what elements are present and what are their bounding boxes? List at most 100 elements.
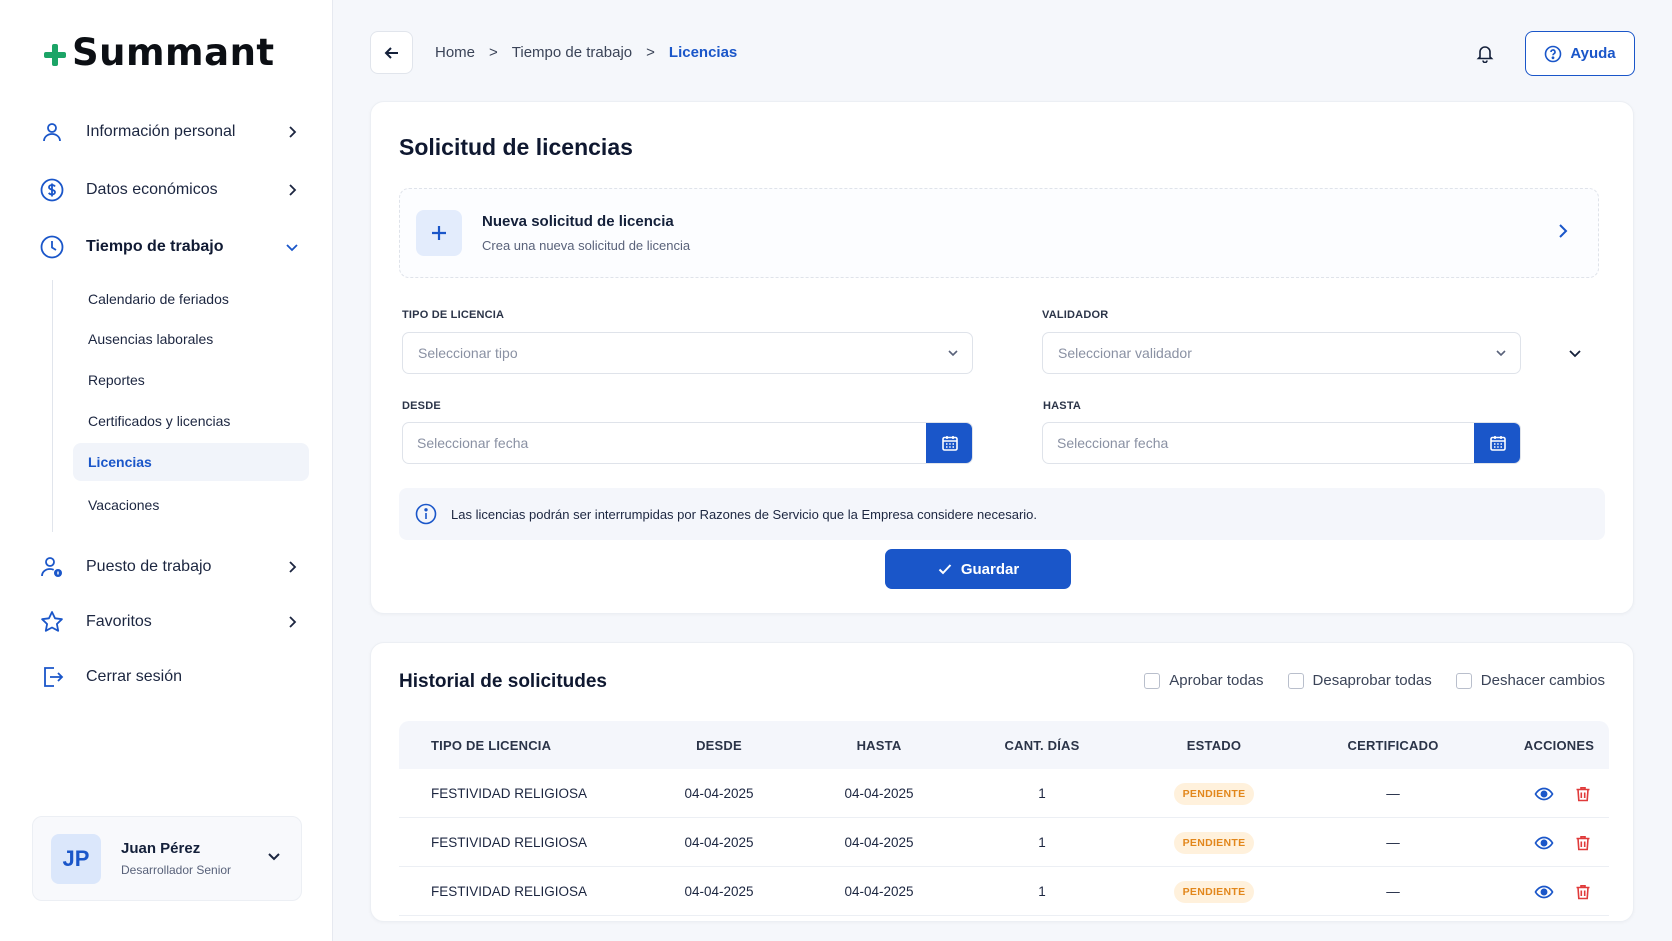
hasta-date-field[interactable] xyxy=(1042,422,1521,464)
hasta-input[interactable] xyxy=(1057,435,1520,451)
cell-dias: 1 xyxy=(1038,786,1046,801)
help-button-label: Ayuda xyxy=(1570,45,1616,62)
chevron-right-icon xyxy=(284,559,300,575)
user-name: Juan Pérez xyxy=(121,840,201,857)
breadcrumb-current: Licencias xyxy=(668,44,738,61)
sidebar-item-datos-economicos[interactable]: Datos económicos xyxy=(38,170,300,210)
cell-certificado: — xyxy=(1386,884,1400,899)
breadcrumb-separator: > xyxy=(489,44,498,61)
sidebar-item-label: Favoritos xyxy=(86,613,152,630)
checkbox-box[interactable] xyxy=(1287,672,1304,689)
chevron-right-icon xyxy=(1554,223,1570,244)
table-row: FESTIVIDAD RELIGIOSA 04-04-2025 04-04-20… xyxy=(399,769,1609,818)
sidebar-item-cerrar-sesion[interactable]: Cerrar sesión xyxy=(38,657,300,697)
help-button[interactable]: Ayuda xyxy=(1525,31,1635,76)
hasta-label: HASTA xyxy=(1043,400,1082,412)
user-role: Desarrollador Senior xyxy=(121,863,232,877)
hasta-calendar-button[interactable] xyxy=(1474,423,1520,463)
history-title: Historial de solicitudes xyxy=(399,671,607,692)
sidebar-item-favoritos[interactable]: Favoritos xyxy=(38,602,300,642)
save-button[interactable]: Guardar xyxy=(885,549,1071,589)
subnav-tiempo-de-trabajo: Calendario de feriados Ausencias laboral… xyxy=(52,280,309,532)
chevron-down-icon xyxy=(1494,346,1508,363)
logo[interactable]: Summant xyxy=(44,30,275,74)
cell-tipo: FESTIVIDAD RELIGIOSA xyxy=(431,835,588,850)
chevron-right-icon xyxy=(284,124,300,140)
sidebar-item-puesto-de-trabajo[interactable]: Puesto de trabajo xyxy=(38,547,300,587)
sidebar-item-label: Tiempo de trabajo xyxy=(86,238,224,255)
eye-icon[interactable] xyxy=(1534,833,1554,853)
status-badge: PENDIENTE xyxy=(1173,782,1255,805)
breadcrumb-tiempo-de-trabajo[interactable]: Tiempo de trabajo xyxy=(512,44,632,61)
logout-icon xyxy=(38,663,66,691)
disapprove-all-checkbox[interactable]: Desaprobar todas xyxy=(1287,672,1432,689)
subnav-item-reportes[interactable]: Reportes xyxy=(73,361,309,399)
user-card[interactable]: JP Juan Pérez Desarrollador Senior xyxy=(32,816,302,901)
desde-input[interactable] xyxy=(417,435,972,451)
cell-dias: 1 xyxy=(1038,884,1046,899)
sidebar-item-tiempo-de-trabajo[interactable]: Tiempo de trabajo xyxy=(38,227,300,267)
cell-dias: 1 xyxy=(1038,835,1046,850)
column-header-dias: CANT. DÍAS xyxy=(1004,737,1080,753)
subnav-item-calendario-de-feriados[interactable]: Calendario de feriados xyxy=(73,280,309,318)
user-icon xyxy=(38,118,66,146)
back-button[interactable] xyxy=(370,31,413,74)
tipo-select[interactable]: Seleccionar tipo xyxy=(402,332,973,374)
approve-all-checkbox[interactable]: Aprobar todas xyxy=(1144,672,1264,689)
cell-certificado: — xyxy=(1386,835,1400,850)
column-header-estado: ESTADO xyxy=(1186,737,1242,753)
info-icon xyxy=(415,503,437,525)
checkbox-box[interactable] xyxy=(1144,672,1161,689)
chevron-down-icon[interactable] xyxy=(267,849,281,868)
history-bulk-actions: Aprobar todas Desaprobar todas Deshacer … xyxy=(1120,672,1605,689)
desde-date-field[interactable] xyxy=(402,422,973,464)
trash-icon[interactable] xyxy=(1574,883,1592,901)
eye-icon[interactable] xyxy=(1534,784,1554,804)
eye-icon[interactable] xyxy=(1534,882,1554,902)
chevron-down-icon xyxy=(284,239,300,255)
subnav-item-ausencias-laborales[interactable]: Ausencias laborales xyxy=(73,320,309,358)
breadcrumb-home[interactable]: Home xyxy=(435,44,475,61)
logo-plus-icon xyxy=(44,44,66,66)
table-row: FESTIVIDAD RELIGIOSA 04-04-2025 04-04-20… xyxy=(399,867,1609,916)
check-icon xyxy=(938,564,952,575)
page-title: Solicitud de licencias xyxy=(399,134,633,160)
plus-icon xyxy=(416,210,462,256)
subnav-item-vacaciones[interactable]: Vacaciones xyxy=(73,486,309,524)
column-header-tipo: TIPO DE LICENCIA xyxy=(431,737,552,753)
subnav-item-certificados-y-licencias[interactable]: Certificados y licencias xyxy=(73,402,309,440)
cell-tipo: FESTIVIDAD RELIGIOSA xyxy=(431,884,588,899)
calendar-icon xyxy=(941,436,958,451)
cell-tipo: FESTIVIDAD RELIGIOSA xyxy=(431,786,588,801)
calendar-icon xyxy=(1489,436,1506,451)
undo-changes-checkbox[interactable]: Deshacer cambios xyxy=(1455,672,1605,689)
validador-label: VALIDADOR xyxy=(1042,309,1109,321)
validador-select[interactable]: Seleccionar validador xyxy=(1042,332,1521,374)
clock-icon xyxy=(38,233,66,261)
disapprove-all-label: Desaprobar todas xyxy=(1312,672,1432,689)
approve-all-label: Aprobar todas xyxy=(1169,672,1264,689)
table-row: FESTIVIDAD RELIGIOSA 04-04-2025 04-04-20… xyxy=(399,818,1609,867)
tipo-label: TIPO DE LICENCIA xyxy=(402,309,505,321)
validador-select-value: Seleccionar validador xyxy=(1058,345,1192,361)
sidebar: Summant Información personal Datos econó… xyxy=(0,0,333,941)
save-button-label: Guardar xyxy=(960,560,1020,578)
trash-icon[interactable] xyxy=(1574,834,1592,852)
avatar: JP xyxy=(51,833,101,884)
trash-icon[interactable] xyxy=(1574,785,1592,803)
user-badge-icon xyxy=(38,553,66,581)
sidebar-item-label: Cerrar sesión xyxy=(86,668,183,685)
checkbox-box[interactable] xyxy=(1455,672,1472,689)
info-notice: Las licencias podrán ser interrumpidas p… xyxy=(399,488,1605,540)
subnav-item-licencias[interactable]: Licencias xyxy=(73,443,309,481)
bell-icon[interactable] xyxy=(1472,40,1498,66)
expand-chevron-icon[interactable] xyxy=(1567,345,1583,366)
new-request-button[interactable]: Nueva solicitud de licencia Crea una nue… xyxy=(399,188,1599,278)
desde-calendar-button[interactable] xyxy=(926,423,972,463)
sidebar-item-informacion-personal[interactable]: Información personal xyxy=(38,112,300,152)
arrow-left-icon xyxy=(384,46,398,59)
column-header-acciones: ACCIONES xyxy=(1523,737,1595,753)
tipo-select-value: Seleccionar tipo xyxy=(418,345,518,361)
license-request-card: Solicitud de licencias Nueva solicitud d… xyxy=(370,101,1634,614)
info-text: Las licencias podrán ser interrumpidas p… xyxy=(451,506,1038,522)
